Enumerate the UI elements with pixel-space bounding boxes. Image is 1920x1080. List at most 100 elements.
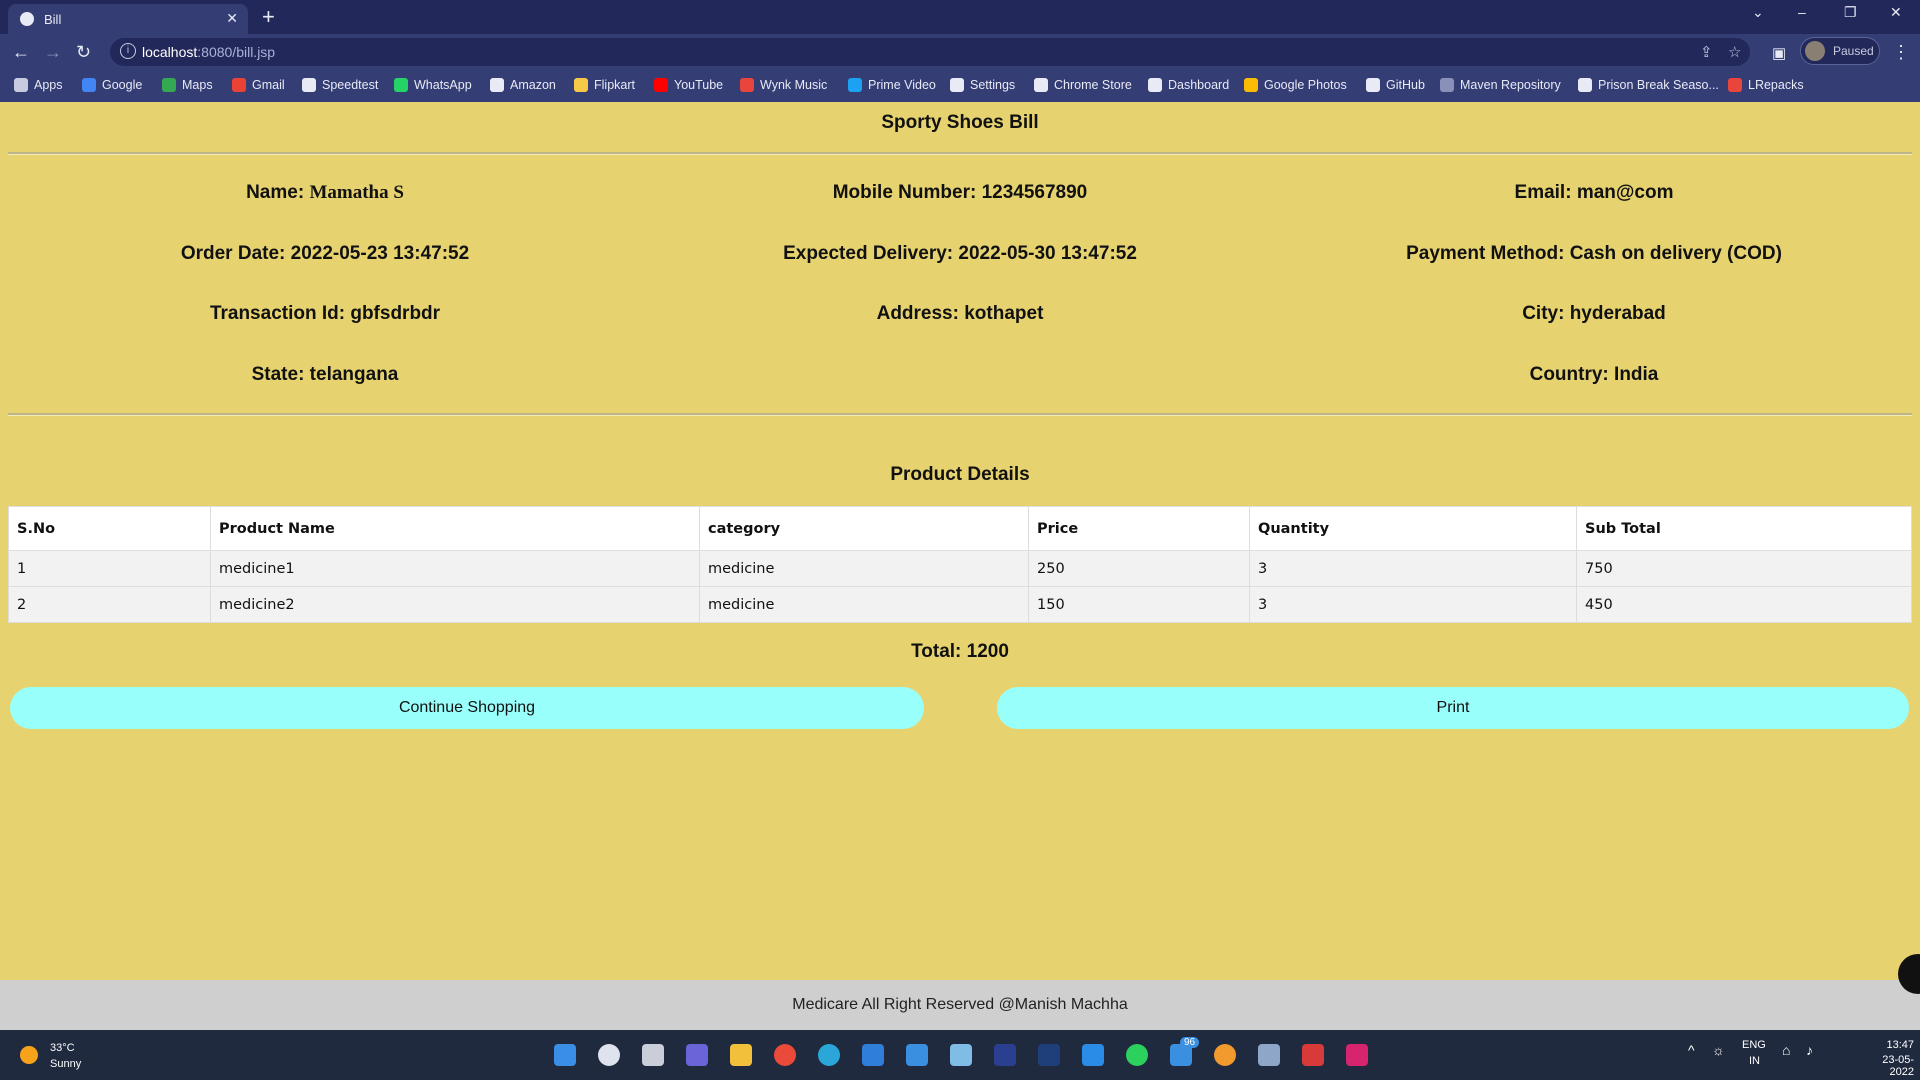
table-row: 2 medicine2 medicine 150 3 450 xyxy=(8,586,1912,623)
bill-page: Sporty Shoes Bill Name: Mamatha S Mobile… xyxy=(0,102,1920,980)
photos-icon[interactable] xyxy=(950,1044,972,1066)
bookmark-github[interactable]: GitHub xyxy=(1366,78,1425,92)
system-clock[interactable]: 13:47 23-05-2022 xyxy=(1858,1039,1914,1078)
search-tool-icon[interactable] xyxy=(1214,1044,1236,1066)
teams-chat-icon[interactable] xyxy=(686,1044,708,1066)
language-indicator[interactable]: ENG xyxy=(1742,1039,1766,1051)
bookmark-label: Amazon xyxy=(510,78,556,92)
table-cell: medicine2 xyxy=(210,586,700,623)
app-p-icon[interactable] xyxy=(1302,1044,1324,1066)
bookmark-label: Prime Video xyxy=(868,78,936,92)
page-favicon-icon xyxy=(20,12,34,26)
menu-icon[interactable]: ⋮ xyxy=(1892,42,1910,63)
intellij-icon[interactable] xyxy=(1346,1044,1368,1066)
table-cell: medicine xyxy=(699,550,1029,587)
print-button[interactable]: Print xyxy=(997,687,1909,729)
back-icon[interactable]: ← xyxy=(12,42,30,63)
bookmark-label: LRepacks xyxy=(1748,78,1804,92)
maven-icon xyxy=(1440,78,1454,92)
google-icon xyxy=(82,78,96,92)
side-panel-icon[interactable]: ▣ xyxy=(1772,44,1786,62)
close-window-icon[interactable]: ✕ xyxy=(1890,4,1902,21)
restore-icon[interactable]: ❐ xyxy=(1844,4,1857,21)
bookmark-wynk-music[interactable]: Wynk Music xyxy=(740,78,827,92)
store-icon[interactable] xyxy=(862,1044,884,1066)
weather-condition: Sunny xyxy=(50,1058,82,1070)
dashboard-icon xyxy=(1148,78,1162,92)
minimize-icon[interactable]: – xyxy=(1798,4,1806,20)
start-icon[interactable] xyxy=(554,1044,576,1066)
file-explorer-icon[interactable] xyxy=(730,1044,752,1066)
tab-search-chevron-icon[interactable]: ⌄ xyxy=(1752,4,1764,21)
calculator-icon[interactable] xyxy=(1258,1044,1280,1066)
avatar xyxy=(1805,41,1825,61)
bookmark-maps[interactable]: Maps xyxy=(162,78,213,92)
tray-chevron-icon[interactable]: ^ xyxy=(1688,1042,1695,1058)
bookmark-label: Wynk Music xyxy=(760,78,828,92)
bookmark-star-icon[interactable]: ☆ xyxy=(1728,43,1741,61)
profile-status: Paused xyxy=(1833,44,1874,58)
task-view-icon[interactable] xyxy=(642,1044,664,1066)
table-cell: 250 xyxy=(1028,550,1250,587)
bookmarks-bar: Apps Google Maps Gmail Speedtest WhatsApp Amaz… xyxy=(0,70,1920,102)
table-cell: 1 xyxy=(8,550,211,587)
youtube-icon xyxy=(654,78,668,92)
column-header: category xyxy=(699,506,1029,551)
bookmark-label: WhatsApp xyxy=(414,78,472,92)
bookmark-label: Flipkart xyxy=(594,78,635,92)
bookmark-apps[interactable]: Apps xyxy=(14,78,63,92)
site-info-icon[interactable]: i xyxy=(120,43,136,59)
search-icon[interactable] xyxy=(598,1044,620,1066)
customer-country: Country: India xyxy=(1529,364,1659,385)
close-tab-icon[interactable]: ✕ xyxy=(226,10,238,27)
bookmark-prime-video[interactable]: Prime Video xyxy=(848,78,936,92)
reload-icon[interactable]: ↻ xyxy=(76,42,91,63)
table-cell: 150 xyxy=(1028,586,1250,623)
bookmark-maven-repository[interactable]: Maven Repository xyxy=(1440,78,1561,92)
bookmark-label: YouTube xyxy=(674,78,724,92)
bookmark-flipkart[interactable]: Flipkart xyxy=(574,78,635,92)
vscode-icon[interactable] xyxy=(1082,1044,1104,1066)
bookmark-whatsapp[interactable]: WhatsApp xyxy=(394,78,472,92)
browser-titlebar: Bill ✕ + ⌄ – ❐ ✕ xyxy=(0,0,1920,34)
chrome-icon[interactable] xyxy=(774,1044,796,1066)
bookmark-google-photos[interactable]: Google Photos xyxy=(1244,78,1347,92)
google-photos-icon xyxy=(1244,78,1258,92)
volume-icon[interactable]: ♪ xyxy=(1806,1042,1813,1058)
profile-button[interactable]: Paused xyxy=(1800,37,1880,65)
share-icon[interactable]: ⇪ xyxy=(1700,43,1713,61)
forward-icon[interactable]: → xyxy=(44,42,62,63)
tab-bill[interactable]: Bill ✕ xyxy=(8,4,248,34)
bookmark-lrepacks[interactable]: LRepacks xyxy=(1728,78,1804,92)
spotify-icon[interactable] xyxy=(1126,1044,1148,1066)
network-icon[interactable]: ⌂ xyxy=(1782,1042,1790,1058)
edge-icon[interactable] xyxy=(818,1044,840,1066)
wordpress-icon xyxy=(1578,78,1592,92)
bookmark-gmail[interactable]: Gmail xyxy=(232,78,285,92)
brightness-icon[interactable]: ☼ xyxy=(1712,1042,1725,1058)
bookmark-dashboard[interactable]: Dashboard xyxy=(1148,78,1229,92)
bookmark-speedtest[interactable]: Speedtest xyxy=(302,78,378,92)
transaction-id: Transaction Id: gbfsdrbdr xyxy=(209,303,441,324)
browser-toolbar: ← → ↻ i localhost:8080/bill.jsp ⇪ ☆ ▣ Pa… xyxy=(0,34,1920,70)
bookmark-amazon[interactable]: Amazon xyxy=(490,78,556,92)
bookmark-prison-break-seaso[interactable]: Prison Break Seaso... xyxy=(1578,78,1719,92)
bookmark-google[interactable]: Google xyxy=(82,78,142,92)
url-text[interactable]: localhost:8080/bill.jsp xyxy=(142,44,275,60)
mail-icon[interactable] xyxy=(906,1044,928,1066)
bookmark-youtube[interactable]: YouTube xyxy=(654,78,723,92)
bookmark-settings[interactable]: Settings xyxy=(950,78,1015,92)
continue-shopping-button[interactable]: Continue Shopping xyxy=(10,687,924,729)
bookmark-chrome-store[interactable]: Chrome Store xyxy=(1034,78,1132,92)
bookmark-label: Maven Repository xyxy=(1460,78,1561,92)
address-bar[interactable]: i localhost:8080/bill.jsp ⇪ ☆ xyxy=(110,38,1750,66)
language-code: ENG xyxy=(1742,1039,1766,1051)
prime-video-icon xyxy=(848,78,862,92)
new-tab-icon[interactable]: + xyxy=(262,4,275,30)
customer-email: Email: man@com xyxy=(1514,182,1674,203)
powershell-icon[interactable] xyxy=(994,1044,1016,1066)
whatsapp-icon xyxy=(394,78,408,92)
eclipse-icon[interactable] xyxy=(1038,1044,1060,1066)
table-header-row: S.No Product Name category Price Quantit… xyxy=(8,506,1912,551)
flipkart-icon xyxy=(574,78,588,92)
